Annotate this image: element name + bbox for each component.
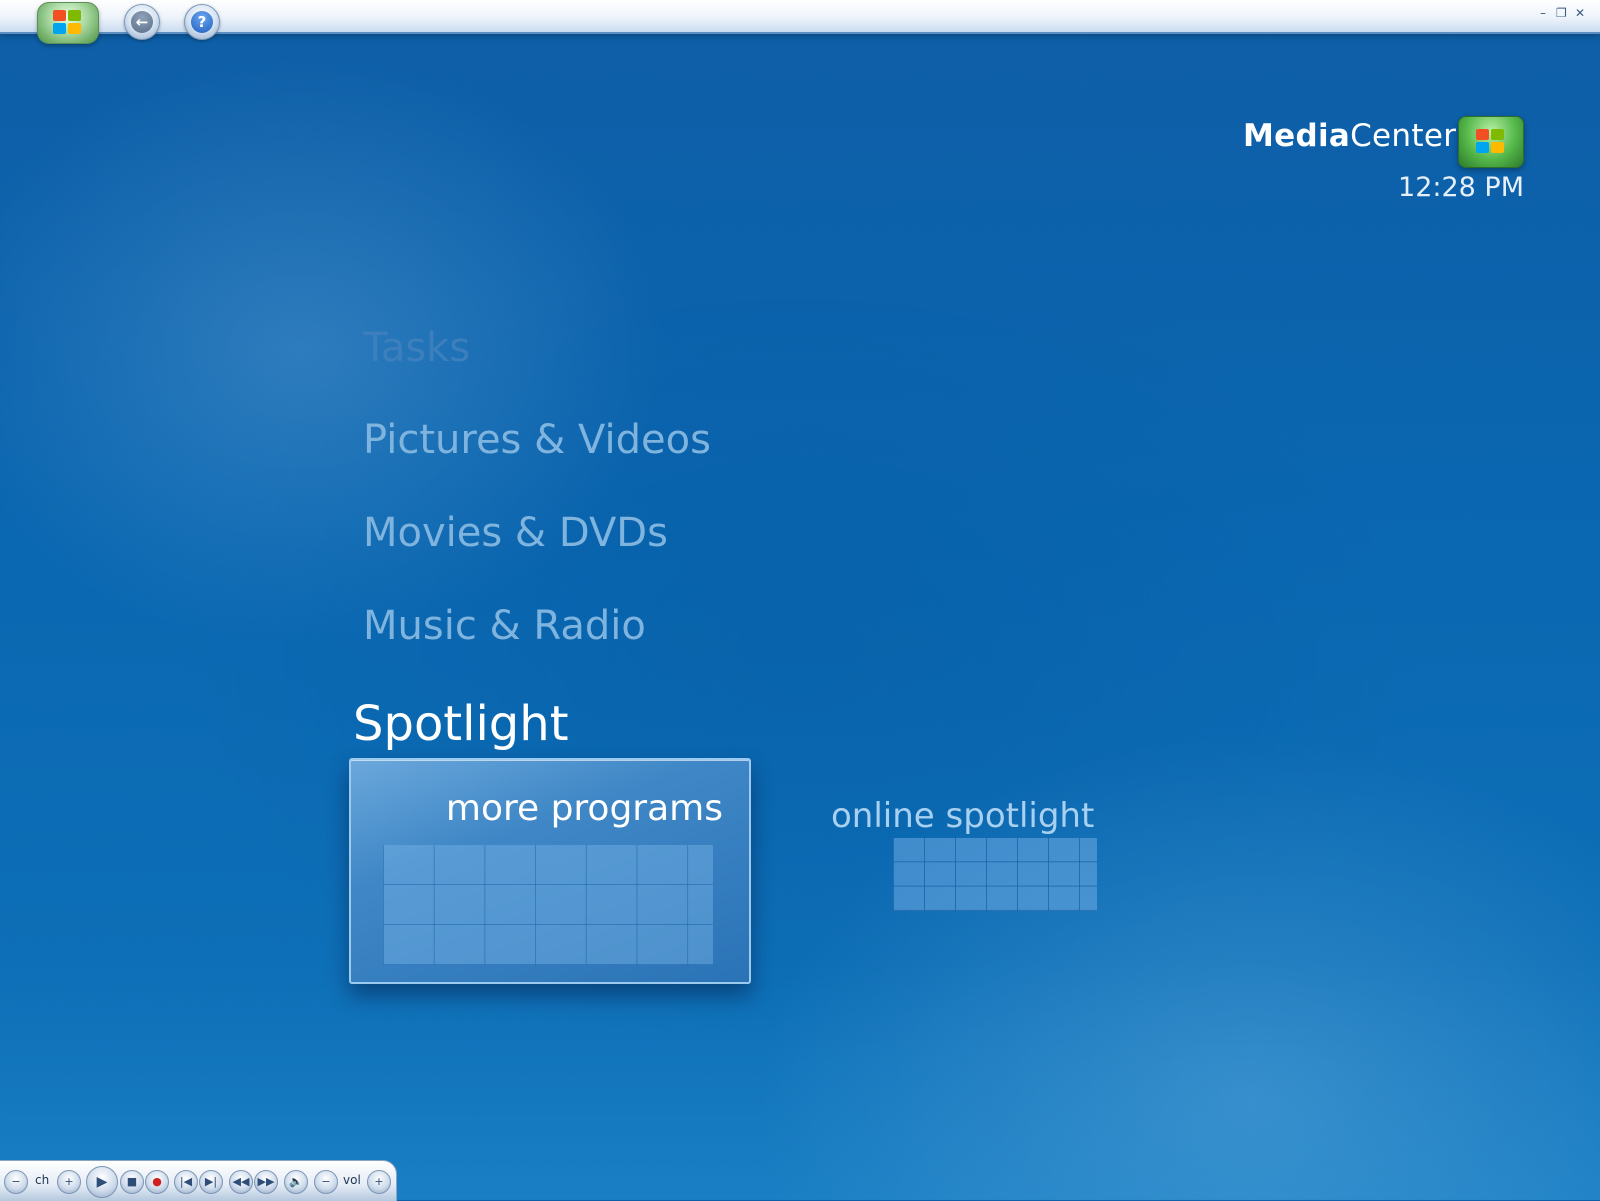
menu-item-tasks[interactable]: Tasks: [363, 325, 470, 371]
minimize-button[interactable]: –: [1540, 6, 1546, 20]
next-button[interactable]: ▶|: [199, 1170, 223, 1194]
volume-label: vol: [343, 1173, 361, 1187]
brand-bold: Media: [1243, 118, 1351, 154]
previous-button[interactable]: |◀: [174, 1170, 198, 1194]
media-center-logo-icon: [1458, 116, 1524, 168]
restore-button[interactable]: ❐: [1556, 6, 1567, 20]
back-arrow-icon: ←: [131, 11, 153, 33]
close-button[interactable]: ✕: [1575, 6, 1585, 20]
menu-item-pictures-videos[interactable]: Pictures & Videos: [363, 417, 711, 463]
help-button[interactable]: ?: [184, 4, 220, 40]
stop-button[interactable]: ■: [120, 1170, 144, 1194]
start-button[interactable]: [37, 2, 99, 44]
channel-up-button[interactable]: +: [57, 1170, 81, 1194]
clock: 12:28 PM: [1398, 172, 1524, 203]
transport-controls: − ch + ▶ ■ ● |◀ ▶| ◀◀ ▶▶ 🔈 − vol +: [0, 1160, 397, 1201]
back-button[interactable]: ←: [124, 4, 160, 40]
online-spotlight-label[interactable]: online spotlight: [831, 796, 1097, 836]
menu-item-spotlight[interactable]: Spotlight: [353, 696, 569, 752]
media-center-title: MediaCenter: [1243, 118, 1456, 154]
volume-down-button[interactable]: −: [314, 1170, 338, 1194]
play-button[interactable]: ▶: [86, 1166, 118, 1198]
channel-down-button[interactable]: −: [4, 1170, 28, 1194]
help-icon: ?: [191, 11, 213, 33]
top-bar: ← ? – ❐ ✕: [0, 0, 1600, 44]
menu-item-movies-dvds[interactable]: Movies & DVDs: [363, 510, 668, 556]
more-programs-grid-icon: [383, 845, 713, 965]
brand-regular: Center: [1350, 118, 1457, 154]
volume-up-button[interactable]: +: [367, 1170, 391, 1194]
more-programs-label: more programs: [445, 788, 723, 829]
record-button[interactable]: ●: [145, 1170, 169, 1194]
menu-item-music-radio[interactable]: Music & Radio: [363, 603, 646, 649]
mute-button[interactable]: 🔈: [284, 1170, 308, 1194]
rewind-button[interactable]: ◀◀: [229, 1170, 253, 1194]
online-spotlight-tile[interactable]: [893, 838, 1097, 911]
more-programs-tile[interactable]: more programs: [349, 758, 751, 984]
windows-flag-icon: [53, 10, 83, 36]
channel-label: ch: [35, 1173, 50, 1187]
fast-forward-button[interactable]: ▶▶: [254, 1170, 278, 1194]
